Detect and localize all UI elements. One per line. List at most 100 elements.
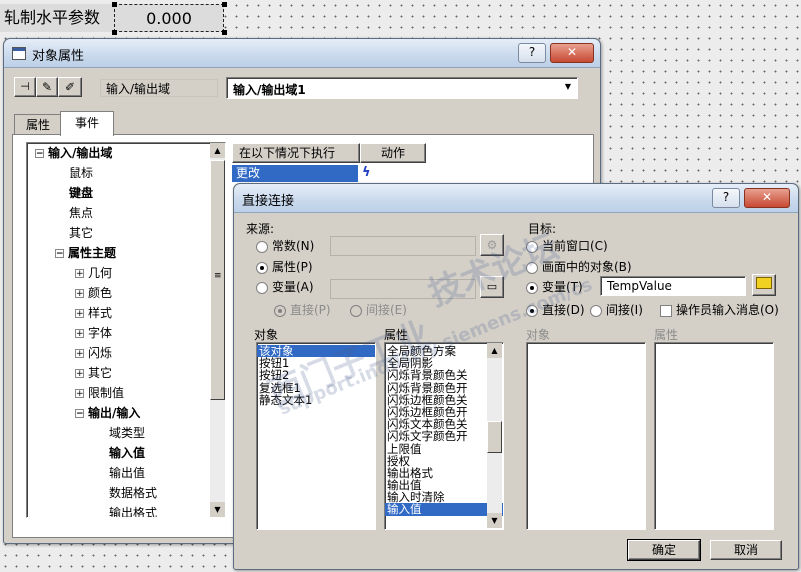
pipette-icon[interactable]: ✎ xyxy=(36,77,58,97)
tree-item[interactable]: + 样式 xyxy=(75,303,112,323)
tree-item[interactable]: + 字体 xyxy=(75,323,112,343)
object-name-combobox[interactable]: 输入/输出域1 ▼ xyxy=(226,77,578,99)
tree-item[interactable]: 焦点 xyxy=(69,203,93,223)
list-item[interactable]: 复选框1 xyxy=(257,381,375,393)
tree-scrollbar[interactable]: ▲ ≡ ▼ xyxy=(210,143,225,517)
help-button[interactable]: ? xyxy=(712,188,740,208)
tree-item[interactable]: 其它 xyxy=(69,223,93,243)
chevron-down-icon[interactable]: ▼ xyxy=(565,82,571,91)
radio-icon[interactable] xyxy=(256,281,268,294)
column-header-action[interactable]: 动作 xyxy=(360,143,426,163)
scroll-up-icon[interactable]: ▲ xyxy=(487,343,502,358)
tree-item[interactable]: + 颜色 xyxy=(75,283,112,303)
pipette-alt-icon[interactable]: ✐ xyxy=(58,77,82,97)
radio-label: 属性(P) xyxy=(272,260,313,274)
selection-handle[interactable] xyxy=(222,30,227,35)
radio-icon[interactable] xyxy=(590,304,602,317)
expand-icon[interactable]: + xyxy=(75,369,84,379)
radio-option[interactable]: 变量(A) xyxy=(256,278,314,296)
tree-item[interactable]: 输出格式 xyxy=(109,503,158,518)
target-variable-field[interactable]: TempValue xyxy=(600,276,746,296)
expand-icon[interactable]: + xyxy=(75,389,84,399)
tree-item[interactable]: − 属性主题 xyxy=(55,243,116,263)
cancel-button[interactable]: 取消 xyxy=(710,540,782,560)
tree-item-label: 输出格式 xyxy=(109,506,158,518)
radio-option[interactable]: 画面中的对象(B) xyxy=(526,258,632,276)
radio-icon[interactable] xyxy=(526,304,538,317)
lightning-icon[interactable]: ϟ xyxy=(362,165,371,180)
radio-icon[interactable] xyxy=(526,240,538,253)
tree-item[interactable]: 域类型 xyxy=(109,423,145,443)
radio-option[interactable]: 属性(P) xyxy=(256,258,313,276)
close-button[interactable]: ✕ xyxy=(550,43,594,63)
radio-icon[interactable] xyxy=(526,261,538,274)
folder-icon[interactable] xyxy=(752,274,776,296)
tree-item-label: 几何 xyxy=(88,266,113,280)
event-tree: − 输入/输出域 鼠标 键盘 焦点 其它 − 属性主题 + 几何 + 颜色 + 样式 + 字体 + 闪烁 + 其它 + 限… xyxy=(26,142,226,518)
radio-option[interactable]: 直接(D) xyxy=(526,301,585,319)
ok-button[interactable]: 确定 xyxy=(627,539,701,561)
radio-label: 直接(D) xyxy=(542,303,585,317)
collapse-icon[interactable]: − xyxy=(35,149,44,159)
folder-icon[interactable]: ▭ xyxy=(480,276,504,298)
tree-item[interactable]: 鼠标 xyxy=(69,163,93,183)
list-item[interactable]: 静态文本1 xyxy=(257,394,375,406)
titlebar: 对象属性 ? ✕ xyxy=(4,39,600,68)
tree-item[interactable]: − 输入/输出域 xyxy=(35,143,112,163)
tree-item[interactable]: + 闪烁 xyxy=(75,343,112,363)
expand-icon[interactable]: + xyxy=(75,309,84,319)
expand-icon[interactable]: + xyxy=(75,329,84,339)
radio-option[interactable]: 间接(I) xyxy=(590,301,643,319)
operator-message-checkbox[interactable]: 操作员输入消息(O) xyxy=(660,301,779,319)
list-item[interactable]: 输入值 xyxy=(385,503,503,516)
expand-icon[interactable]: + xyxy=(75,269,84,279)
tree-item[interactable]: + 限制值 xyxy=(75,383,124,403)
tree-item[interactable]: − 输出/输入 xyxy=(75,403,140,423)
list-item[interactable]: 上限值 xyxy=(385,442,503,454)
collapse-icon[interactable]: − xyxy=(55,249,64,259)
tree-item[interactable]: 键盘 xyxy=(69,183,93,203)
radio-option[interactable]: 当前窗口(C) xyxy=(526,237,608,255)
tree-item[interactable]: 输出值 xyxy=(109,463,145,483)
tree-item[interactable]: 数据格式 xyxy=(109,483,157,503)
selection-handle[interactable] xyxy=(222,2,227,7)
selection-handle[interactable] xyxy=(112,2,117,7)
canvas-io-field[interactable]: 0.000 xyxy=(114,4,224,32)
scroll-down-icon[interactable]: ▼ xyxy=(210,502,225,517)
radio-option[interactable]: 常数(N) xyxy=(256,237,314,255)
expand-icon[interactable]: + xyxy=(75,289,84,299)
property-scrollbar[interactable]: ▲ ▼ xyxy=(487,343,502,528)
list-item[interactable]: 按钮2 xyxy=(257,369,375,381)
target-object-list xyxy=(526,342,646,530)
close-button[interactable]: ✕ xyxy=(744,188,790,208)
help-button[interactable]: ? xyxy=(518,43,546,63)
pin-icon[interactable]: ⊣ xyxy=(14,77,36,97)
radio-icon[interactable] xyxy=(526,281,538,294)
scroll-up-icon[interactable]: ▲ xyxy=(210,143,225,158)
events-table-header: 在以下情况下执行 动作 xyxy=(232,143,578,163)
scroll-thumb[interactable] xyxy=(487,421,502,453)
column-header-trigger[interactable]: 在以下情况下执行 xyxy=(232,143,360,163)
object-list[interactable]: 该对象 按钮1 按钮2 复选框1 静态文本1 xyxy=(256,342,376,530)
scroll-down-icon[interactable]: ▼ xyxy=(487,513,502,528)
list-item[interactable]: 闪烁背景颜色开 xyxy=(385,381,503,393)
tab-properties[interactable]: 属性 xyxy=(14,114,62,135)
constant-field xyxy=(330,236,476,256)
target-object-header: 对象 xyxy=(526,328,551,342)
selection-handle[interactable] xyxy=(112,30,117,35)
tree-item[interactable]: + 几何 xyxy=(75,263,112,283)
expand-icon[interactable]: + xyxy=(75,349,84,359)
event-row-change[interactable]: 更改 xyxy=(232,165,358,182)
radio-icon xyxy=(350,304,362,317)
radio-icon[interactable] xyxy=(256,261,268,274)
constant-button-icon: ⚙ xyxy=(480,234,504,256)
radio-icon[interactable] xyxy=(256,240,268,253)
collapse-icon[interactable]: − xyxy=(75,409,84,419)
tab-events[interactable]: 事件 xyxy=(60,111,114,136)
radio-option[interactable]: 变量(T) xyxy=(526,278,583,296)
list-item[interactable]: 闪烁背景颜色关 xyxy=(385,369,503,381)
tree-item[interactable]: 输入值 xyxy=(109,443,145,463)
list-item[interactable]: 闪烁文字颜色开 xyxy=(385,430,503,442)
property-list[interactable]: 全局颜色方案 全局阴影 闪烁背景颜色关 闪烁背景颜色开 闪烁边框颜色关 闪烁边框颜色开 闪烁… xyxy=(384,342,504,530)
tree-item[interactable]: + 其它 xyxy=(75,363,112,383)
